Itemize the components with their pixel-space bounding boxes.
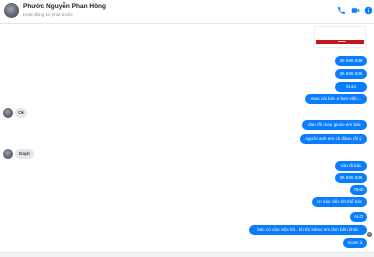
seen-indicator-avatar	[367, 232, 372, 237]
message-bubble[interactable]: scam à	[343, 238, 367, 248]
message-bubble[interactable]: người anh em ck đâuu rồi ý	[300, 134, 367, 144]
video-icon[interactable]	[351, 6, 360, 15]
message-bubble[interactable]: 7540	[350, 185, 367, 195]
info-icon[interactable]	[364, 6, 373, 15]
message-bubble[interactable]: 36 506 636	[335, 173, 367, 183]
contact-avatar-small[interactable]	[3, 108, 13, 118]
message-bubble[interactable]: cn vào việc kh thể bác	[312, 197, 367, 207]
message-bubble[interactable]: 36 506 636	[335, 69, 367, 79]
message-bubble[interactable]: 35 506 636	[335, 56, 367, 66]
conversation-header: Phước Nguyễn Phan Hồng Hoạt động 11 phút…	[0, 0, 374, 24]
active-status: Hoạt động 11 phút trước	[23, 12, 73, 17]
phone-icon[interactable]	[337, 6, 346, 15]
image-banner: ▬▬▬	[316, 40, 364, 44]
contact-avatar[interactable]	[4, 3, 19, 18]
message-bubble[interactable]: Đayb	[15, 149, 34, 159]
message-bubble[interactable]: Ok	[15, 108, 27, 118]
message-bubble[interactable]: 3144	[335, 82, 367, 92]
message-bubble[interactable]: vào đi bác	[335, 161, 367, 171]
message-bubble[interactable]: đau rồi mau giuso em bác	[302, 120, 367, 130]
contact-avatar-small[interactable]	[3, 149, 13, 159]
image-banner-text: ▬▬▬	[338, 40, 346, 43]
message-bubble[interactable]: bác có vào việc kh.. kh thì inbox em làm…	[249, 225, 367, 235]
contact-name[interactable]: Phước Nguyễn Phan Hồng	[23, 3, 106, 10]
message-bubble[interactable]: mau cái bác e bao việc...	[305, 94, 367, 104]
shared-image-thumbnail[interactable]: ▬▬▬	[314, 26, 366, 48]
message-bubble[interactable]: ALO	[350, 212, 367, 222]
composer-bar[interactable]	[0, 252, 374, 257]
